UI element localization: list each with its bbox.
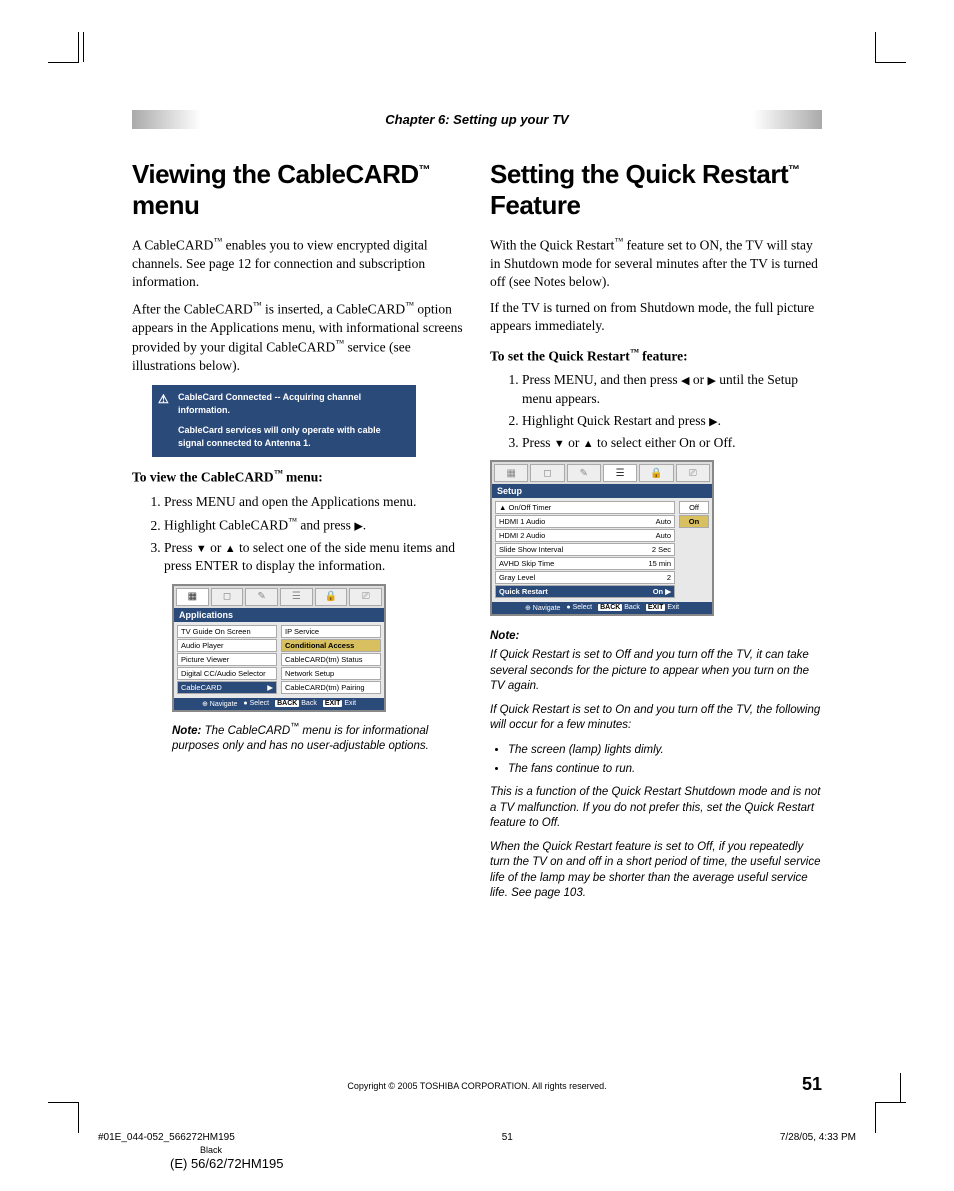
osd-tab-icon: ✎: [567, 464, 601, 482]
osd-option-selected: On: [679, 515, 709, 528]
para: With the Quick Restart™ feature set to O…: [490, 235, 822, 291]
up-arrow-icon: ▲: [225, 543, 236, 555]
print-info: #01E_044-052_566272HM195 51 7/28/05, 4:3…: [98, 1132, 856, 1143]
para: After the CableCARD™ is inserted, a Cabl…: [132, 299, 464, 375]
osd-header: Applications: [174, 608, 384, 622]
osd-header: Setup: [492, 484, 712, 498]
osd-tab-icon: ◻: [211, 588, 244, 606]
print-model: (E) 56/62/72HM195: [170, 1156, 283, 1171]
osd-footer: ⊕ Navigate ● Select BACK Back EXIT Exit: [492, 602, 712, 614]
osd-tab-icon: 🔒: [315, 588, 348, 606]
osd-item: Picture Viewer: [177, 653, 277, 666]
osd-row: Gray Level2: [495, 571, 675, 584]
osd-tab-icon: ☰: [280, 588, 313, 606]
osd-row: Slide Show Interval2 Sec: [495, 543, 675, 556]
osd-item: Audio Player: [177, 639, 277, 652]
col-right: Setting the Quick Restart™ Feature With …: [490, 159, 822, 910]
osd-tab-icon: ▦: [176, 588, 209, 606]
heading-cablecard: Viewing the CableCARD™ menu: [132, 159, 464, 221]
osd-row: AVHD Skip Time15 min: [495, 557, 675, 570]
steps-list: Press MENU, and then press ◀ or ▶ until …: [508, 371, 822, 452]
para: A CableCARD™ enables you to view encrypt…: [132, 235, 464, 291]
osd-tab-icon: ▦: [494, 464, 528, 482]
heading-quickrestart: Setting the Quick Restart™ Feature: [490, 159, 822, 221]
osd-item: CableCARD(tm) Pairing: [281, 681, 381, 694]
osd-item: IP Service: [281, 625, 381, 638]
osd-item-highlight: Conditional Access: [281, 639, 381, 652]
steps-list: Press MENU and open the Applications men…: [150, 493, 464, 575]
down-arrow-icon: ▼: [554, 438, 565, 450]
alert-box: ⚠ CableCard Connected -- Acquiring chann…: [152, 385, 416, 457]
para: If the TV is turned on from Shutdown mod…: [490, 299, 822, 335]
osd-tab-icon: ◻: [530, 464, 564, 482]
osd-item: TV Guide On Screen: [177, 625, 277, 638]
note-text: Note: The CableCARD™ menu is for informa…: [172, 720, 464, 755]
subheading: To set the Quick Restart™ feature:: [490, 346, 822, 366]
osd-item: CableCARD(tm) Status: [281, 653, 381, 666]
warning-icon: ⚠: [158, 391, 169, 408]
osd-tab-icon: ✎: [245, 588, 278, 606]
up-arrow-icon: ▲: [583, 438, 594, 450]
osd-item-selected: CableCARD ▶: [177, 681, 277, 694]
subheading: To view the CableCARD™ menu:: [132, 467, 464, 487]
osd-tab-icon: ⎚: [349, 588, 382, 606]
osd-tab-icon: 🔒: [639, 464, 673, 482]
page-number: 51: [802, 1074, 822, 1095]
chapter-header: Chapter 6: Setting up your TV: [132, 110, 822, 129]
down-arrow-icon: ▼: [196, 543, 207, 555]
osd-row-selected: Quick RestartOn ▶: [495, 585, 675, 598]
osd-row: ▲ On/Off Timer: [495, 501, 675, 514]
osd-row: HDMI 2 AudioAuto: [495, 529, 675, 542]
osd-item: Digital CC/Audio Selector: [177, 667, 277, 680]
osd-footer: ⊕ Navigate ● Select BACK Back EXIT Exit: [174, 698, 384, 710]
osd-tab-icon: ☰: [603, 464, 637, 482]
notes-section: Note: If Quick Restart is set to Off and…: [490, 628, 822, 901]
right-arrow-icon: ▶: [709, 416, 717, 428]
osd-item: Network Setup: [281, 667, 381, 680]
copyright: Copyright © 2005 TOSHIBA CORPORATION. Al…: [132, 1081, 822, 1091]
right-arrow-icon: ▶: [707, 375, 715, 387]
col-left: Viewing the CableCARD™ menu A CableCARD™…: [132, 159, 464, 910]
print-color: Black: [200, 1145, 222, 1155]
osd-tab-icon: ⎚: [676, 464, 710, 482]
osd-applications: ▦ ◻ ✎ ☰ 🔒 ⎚ Applications TV Guide On Scr…: [172, 584, 386, 712]
osd-row: HDMI 1 AudioAuto: [495, 515, 675, 528]
right-arrow-icon: ▶: [354, 521, 362, 533]
osd-setup: ▦ ◻ ✎ ☰ 🔒 ⎚ Setup ▲ On/Off Timer HDMI 1 …: [490, 460, 714, 616]
osd-option: Off: [679, 501, 709, 514]
